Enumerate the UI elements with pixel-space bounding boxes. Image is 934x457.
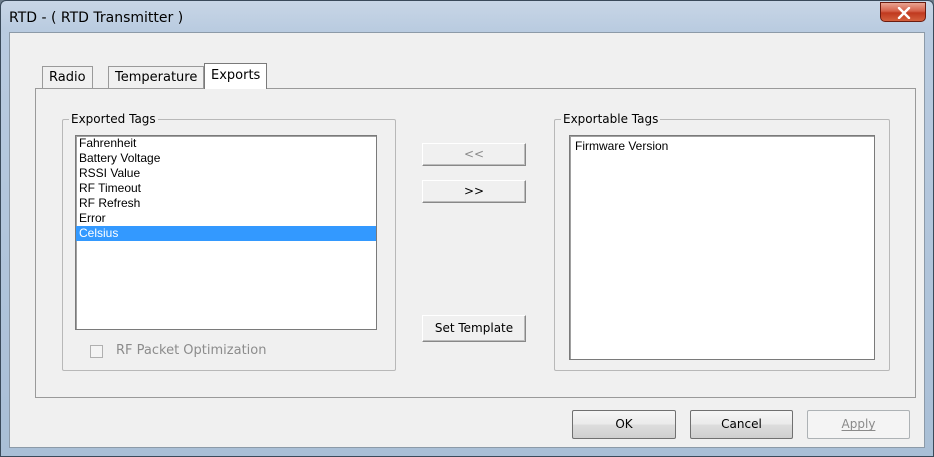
exported-tags-group-label: Exported Tags xyxy=(69,112,158,126)
list-item[interactable]: Fahrenheit xyxy=(76,136,376,151)
tab-exports-label: Exports xyxy=(211,68,261,83)
dialog-window: RTD - ( RTD Transmitter ) Radio Temperat… xyxy=(0,0,934,457)
list-item[interactable]: Battery Voltage xyxy=(76,151,376,166)
list-item[interactable]: RF Refresh xyxy=(76,196,376,211)
exportable-tags-list[interactable]: Firmware Version xyxy=(569,135,875,360)
close-button[interactable] xyxy=(880,2,926,22)
ok-button[interactable]: OK xyxy=(572,410,676,439)
tab-radio-label: Radio xyxy=(49,70,86,85)
exports-tab-panel: Exported Tags Fahrenheit Battery Voltage… xyxy=(35,88,916,398)
list-item-selected[interactable]: Celsius xyxy=(76,226,376,241)
tab-temperature[interactable]: Temperature xyxy=(108,66,205,88)
set-template-button[interactable]: Set Template xyxy=(422,315,526,342)
list-item[interactable]: RSSI Value xyxy=(76,166,376,181)
list-item[interactable]: RF Timeout xyxy=(76,181,376,196)
dialog-client-area: Radio Temperature Exports Exported Tags … xyxy=(9,32,925,448)
list-item[interactable]: Firmware Version xyxy=(570,139,874,154)
close-x-icon xyxy=(897,7,911,19)
add-tag-button-label: >> xyxy=(463,184,485,198)
exportable-tags-group-label: Exportable Tags xyxy=(561,112,661,126)
exported-tags-list[interactable]: Fahrenheit Battery Voltage RSSI Value RF… xyxy=(75,135,377,330)
tab-temperature-label: Temperature xyxy=(115,70,198,85)
tab-exports[interactable]: Exports xyxy=(204,63,268,89)
set-template-button-label: Set Template xyxy=(434,321,514,335)
rf-packet-optimization-checkbox[interactable] xyxy=(90,345,103,358)
apply-button[interactable]: Apply xyxy=(807,410,910,439)
ok-button-label: OK xyxy=(615,417,633,431)
cancel-button[interactable]: Cancel xyxy=(690,410,793,439)
tab-radio[interactable]: Radio xyxy=(42,66,93,88)
cancel-button-label: Cancel xyxy=(721,417,762,431)
window-title: RTD - ( RTD Transmitter ) xyxy=(9,10,184,26)
list-item[interactable]: Error xyxy=(76,211,376,226)
apply-button-label: Apply xyxy=(841,417,876,431)
remove-tag-button[interactable]: << xyxy=(422,143,526,166)
add-tag-button[interactable]: >> xyxy=(422,180,526,203)
rf-packet-optimization-label: RF Packet Optimization xyxy=(116,343,267,358)
remove-tag-button-label: << xyxy=(463,147,485,161)
